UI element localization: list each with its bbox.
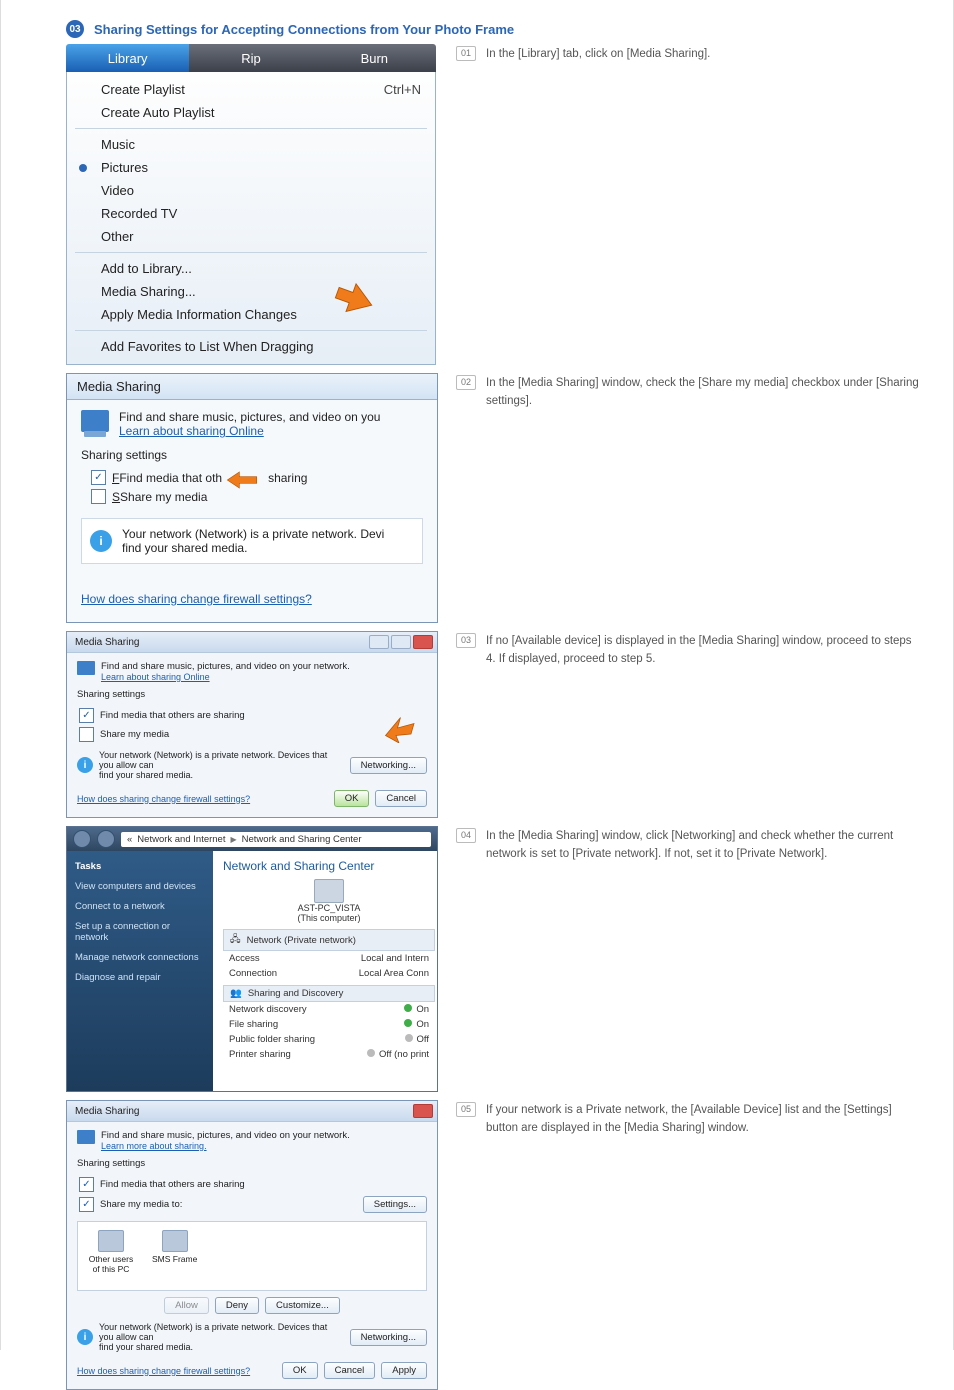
sharing-settings-heading: Sharing settings: [81, 448, 423, 462]
menu-pictures[interactable]: Pictures: [67, 156, 435, 179]
menu-create-playlist[interactable]: Create Playlist Ctrl+N: [67, 78, 435, 101]
menu-other[interactable]: Other: [67, 225, 435, 248]
menu-add-favorites[interactable]: Add Favorites to List When Dragging: [67, 335, 435, 358]
find-media-checkbox-row[interactable]: ✓Find media that others are sharing: [79, 1175, 427, 1194]
shortcut-label: Ctrl+N: [384, 82, 421, 97]
this-computer-icon: AST-PC_VISTA (This computer): [223, 879, 435, 923]
callout-arrow-icon: [381, 713, 417, 746]
ok-button[interactable]: OK: [282, 1362, 318, 1379]
media-sharing-dialog: Media Sharing Find and share music, pict…: [66, 373, 438, 623]
sidebar-item[interactable]: Connect to a network: [75, 901, 205, 912]
info-icon: i: [77, 1329, 93, 1345]
cancel-button[interactable]: Cancel: [375, 790, 427, 807]
networking-button[interactable]: Networking...: [350, 1329, 427, 1346]
checkbox-icon: [91, 489, 106, 504]
tab-library[interactable]: Library: [66, 44, 189, 72]
find-media-checkbox-row[interactable]: ✓ FFind media that oth sharing: [81, 468, 423, 487]
menu-video[interactable]: Video: [67, 179, 435, 202]
menu-media-sharing[interactable]: Media Sharing...: [67, 280, 435, 303]
media-sharing-dialog-small: Media Sharing Find and share music, pict…: [66, 631, 438, 818]
available-devices-list: Other users of this PC SMS Frame: [77, 1221, 427, 1291]
step-number: 03: [456, 633, 476, 648]
sharing-icon: [77, 1130, 95, 1144]
sharing-icon: [77, 661, 95, 675]
menu-apply-media-info[interactable]: Apply Media Information Changes: [67, 303, 435, 326]
step-text: In the [Library] tab, click on [Media Sh…: [486, 46, 710, 64]
tab-burn[interactable]: Burn: [313, 44, 436, 72]
sharing-settings-heading: Sharing settings: [77, 689, 427, 700]
device-item[interactable]: SMS Frame: [152, 1230, 197, 1282]
step-number: 01: [456, 46, 476, 61]
step-text: If your network is a Private network, th…: [486, 1102, 923, 1138]
step-text: In the [Media Sharing] window, check the…: [486, 375, 923, 411]
checkbox-checked-icon: ✓: [91, 470, 106, 485]
window-buttons[interactable]: [369, 635, 433, 649]
firewall-settings-link[interactable]: How does sharing change firewall setting…: [77, 794, 250, 804]
firewall-settings-link[interactable]: How does sharing change firewall setting…: [77, 1366, 250, 1376]
menu-recorded-tv[interactable]: Recorded TV: [67, 202, 435, 225]
sidebar-item[interactable]: Diagnose and repair: [75, 972, 205, 983]
sharing-icon: [81, 410, 109, 432]
dialog-intro-text: Find and share music, pictures, and vide…: [119, 410, 380, 424]
network-sharing-center-window: « Network and Internet▶ Network and Shar…: [66, 826, 438, 1092]
step-number: 05: [456, 1102, 476, 1117]
deny-button[interactable]: Deny: [215, 1297, 259, 1314]
ok-button[interactable]: OK: [334, 790, 370, 807]
step-text: If no [Available device] is displayed in…: [486, 633, 923, 669]
find-media-checkbox-row[interactable]: ✓Find media that others are sharing: [79, 706, 427, 725]
learn-sharing-link[interactable]: Learn about sharing Online: [101, 672, 210, 682]
media-sharing-dialog-devices: Media Sharing Find and share music, pict…: [66, 1100, 438, 1390]
learn-more-link[interactable]: Learn more about sharing.: [101, 1141, 207, 1151]
networking-button[interactable]: Networking...: [350, 757, 427, 774]
info-icon: i: [77, 757, 93, 773]
dialog-title: Media Sharing: [67, 374, 437, 400]
settings-button[interactable]: Settings...: [363, 1196, 427, 1213]
wmp-library-menu: Library Rip Burn Create Playlist Ctrl+N …: [66, 44, 436, 365]
share-my-media-to-checkbox-row[interactable]: ✓Share my media to: Settings...: [79, 1194, 427, 1215]
tab-rip[interactable]: Rip: [189, 44, 312, 72]
selected-dot-icon: [79, 164, 87, 172]
back-button[interactable]: [73, 830, 91, 848]
forward-button[interactable]: [97, 830, 115, 848]
sidebar-item[interactable]: Manage network connections: [75, 952, 205, 963]
info-icon: i: [90, 530, 112, 552]
network-info-panel: i Your network (Network) is a private ne…: [81, 518, 423, 564]
allow-button[interactable]: Allow: [164, 1297, 209, 1314]
sidebar-heading: Tasks: [75, 861, 205, 872]
device-item[interactable]: Other users of this PC: [86, 1230, 136, 1282]
menu-add-to-library[interactable]: Add to Library...: [67, 257, 435, 280]
step-text: In the [Media Sharing] window, click [Ne…: [486, 828, 923, 864]
menu-music[interactable]: Music: [67, 133, 435, 156]
firewall-settings-link[interactable]: How does sharing change firewall setting…: [81, 592, 312, 606]
step-number: 04: [456, 828, 476, 843]
share-my-media-checkbox-row[interactable]: Share my media: [79, 725, 427, 744]
step-number: 02: [456, 375, 476, 390]
network-icon: 🖧: [230, 932, 241, 948]
apply-button[interactable]: Apply: [381, 1362, 427, 1379]
network-group-header[interactable]: 🖧 Network (Private network): [223, 929, 435, 951]
section-badge: 03: [66, 20, 84, 38]
share-my-media-checkbox-row[interactable]: SShare my media: [81, 487, 423, 506]
tasks-sidebar: Tasks View computers and devices Connect…: [67, 851, 213, 1091]
sharing-settings-heading: Sharing settings: [77, 1158, 427, 1169]
page-title: Network and Sharing Center: [223, 859, 435, 873]
breadcrumb[interactable]: « Network and Internet▶ Network and Shar…: [121, 832, 431, 847]
customize-button[interactable]: Customize...: [265, 1297, 340, 1314]
users-icon: 👥: [230, 988, 242, 999]
sidebar-item[interactable]: Set up a connection or network: [75, 921, 205, 943]
section-title: Sharing Settings for Accepting Connectio…: [94, 22, 514, 37]
dialog-title: Media Sharing: [75, 1106, 139, 1117]
sidebar-item[interactable]: View computers and devices: [75, 881, 205, 892]
window-buttons[interactable]: [413, 1104, 433, 1118]
dialog-intro-text: Find and share music, pictures, and vide…: [101, 661, 350, 672]
dialog-title: Media Sharing: [75, 637, 139, 648]
menu-create-auto-playlist[interactable]: Create Auto Playlist: [67, 101, 435, 124]
cancel-button[interactable]: Cancel: [324, 1362, 376, 1379]
sharing-discovery-header[interactable]: 👥 Sharing and Discovery: [223, 985, 435, 1002]
learn-sharing-link[interactable]: Learn about sharing Online: [119, 424, 264, 438]
dialog-intro-text: Find and share music, pictures, and vide…: [101, 1130, 350, 1141]
